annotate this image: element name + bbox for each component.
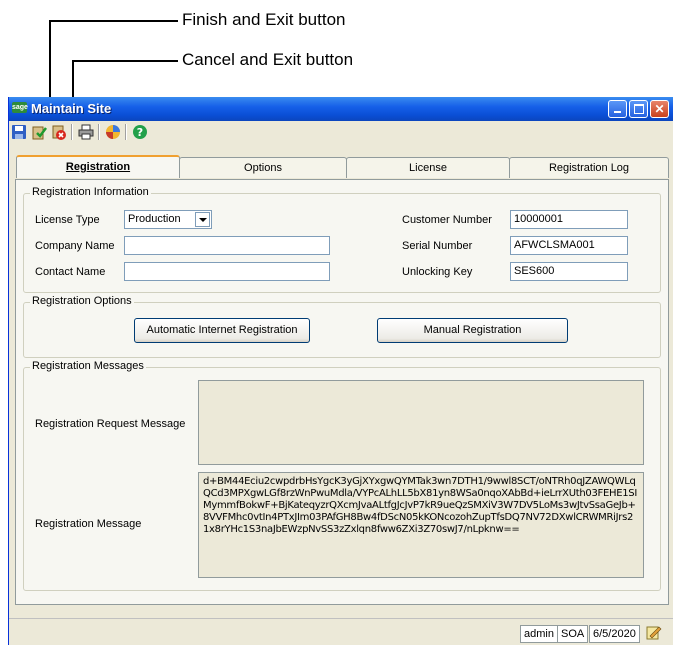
- help-icon[interactable]: ?: [132, 124, 148, 140]
- finish-exit-callout: Finish and Exit button: [182, 10, 346, 29]
- group-title: Registration Options: [30, 295, 134, 307]
- company-name-field[interactable]: [124, 236, 330, 255]
- license-type-select[interactable]: Production: [124, 210, 212, 229]
- registration-request-message-label: Registration Request Message: [35, 418, 186, 430]
- registration-message-box[interactable]: d+BM44Eciu2cwpdrbHsYgcK3yGjXYxgwQYMTak3w…: [198, 472, 644, 578]
- group-title: Registration Messages: [30, 360, 146, 372]
- toolbar-separator: [125, 124, 127, 140]
- title-bar[interactable]: sage Maintain Site ✕: [9, 97, 673, 121]
- cancel-exit-icon[interactable]: [51, 124, 67, 140]
- registration-information-group: Registration Information License Type Pr…: [23, 186, 661, 293]
- automatic-internet-registration-button[interactable]: Automatic Internet Registration: [134, 318, 310, 343]
- window-title: Maintain Site: [31, 101, 112, 116]
- registration-panel: Registration Information License Type Pr…: [15, 179, 669, 605]
- tab-label: Options: [244, 162, 282, 174]
- group-title: Registration Information: [30, 186, 151, 198]
- tab-label: License: [409, 162, 447, 174]
- close-button[interactable]: ✕: [650, 100, 669, 118]
- company-name-label: Company Name: [35, 240, 115, 252]
- maximize-button[interactable]: [629, 100, 648, 118]
- tab-registration[interactable]: Registration: [16, 155, 180, 178]
- save-icon[interactable]: [11, 124, 27, 140]
- serial-number-field[interactable]: AFWCLSMA001: [510, 236, 628, 255]
- tab-registration-log[interactable]: Registration Log: [509, 157, 669, 178]
- unlocking-key-label: Unlocking Key: [402, 266, 473, 278]
- finish-callout-line-h: [49, 20, 178, 22]
- cancel-callout-line-h: [72, 60, 178, 62]
- status-bar: admin SOA 6/5/2020: [9, 618, 673, 646]
- unlocking-key-field[interactable]: SES600: [510, 262, 628, 281]
- tab-license[interactable]: License: [346, 157, 510, 178]
- minimize-button[interactable]: [608, 100, 627, 118]
- toolbar-separator: [71, 124, 73, 140]
- maintain-site-window: sage Maintain Site ✕ ? Registration Opti…: [8, 97, 673, 645]
- maximize-icon: [633, 104, 644, 114]
- tab-options[interactable]: Options: [179, 157, 347, 178]
- tab-strip: Registration Options License Registratio…: [9, 155, 673, 179]
- tab-label: Registration: [65, 161, 131, 173]
- print-icon[interactable]: [78, 124, 94, 140]
- status-date: 6/5/2020: [589, 625, 640, 643]
- registration-request-message-box[interactable]: [198, 380, 644, 465]
- contact-name-label: Contact Name: [35, 266, 106, 278]
- cancel-exit-callout: Cancel and Exit button: [182, 50, 354, 69]
- status-user: admin: [520, 625, 558, 643]
- license-type-label: License Type: [35, 214, 100, 226]
- notepad-icon[interactable]: [645, 625, 665, 643]
- registration-message-text: d+BM44Eciu2cwpdrbHsYgcK3yGjXYxgwQYMTak3w…: [203, 476, 637, 535]
- toolbar-separator: [98, 124, 100, 140]
- chevron-down-icon[interactable]: [195, 212, 210, 227]
- registration-messages-group: Registration Messages Registration Reque…: [23, 360, 661, 591]
- status-company: SOA: [557, 625, 589, 643]
- serial-number-label: Serial Number: [402, 240, 473, 252]
- minimize-icon: [614, 111, 621, 113]
- registration-options-group: Registration Options Automatic Internet …: [23, 295, 661, 358]
- customer-number-label: Customer Number: [402, 214, 492, 226]
- refresh-icon[interactable]: [105, 124, 121, 140]
- finish-exit-icon[interactable]: [31, 124, 47, 140]
- svg-text:?: ?: [137, 126, 143, 139]
- customer-number-field[interactable]: 10000001: [510, 210, 628, 229]
- tab-label: Registration Log: [548, 162, 630, 174]
- license-type-value: Production: [128, 213, 181, 225]
- close-icon: ✕: [654, 102, 665, 116]
- toolbar: ?: [9, 121, 673, 143]
- sage-app-icon: sage: [12, 102, 28, 113]
- contact-name-field[interactable]: [124, 262, 330, 281]
- registration-message-label: Registration Message: [35, 518, 142, 530]
- manual-registration-button[interactable]: Manual Registration: [377, 318, 568, 343]
